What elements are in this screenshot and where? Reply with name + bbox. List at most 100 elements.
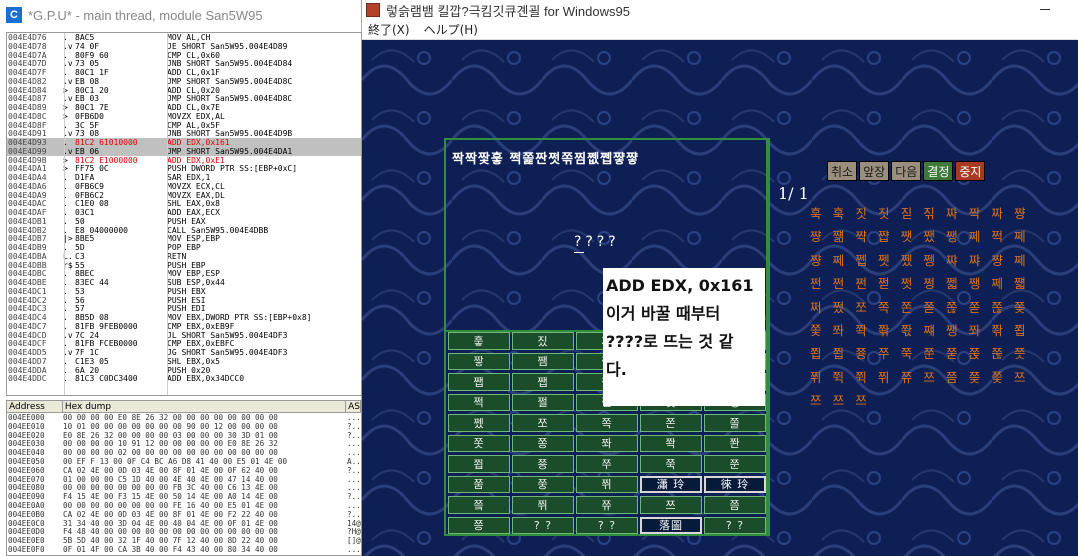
- grid-cell[interactable]: 徠 玲: [704, 475, 766, 493]
- disassembly-row[interactable]: 004E4DA1 > FF75 0C PUSH DWORD PTR SS:[EBP+0…: [7, 164, 361, 173]
- disassembly-row[interactable]: 004E4DA4. D1FA SAR EDX,1: [7, 173, 361, 182]
- grid-cell[interactable]: 쮜: [576, 475, 638, 493]
- candidate-line[interactable]: 쮜 쮝 쮝 쮜 쮸 쯔 쯤 쯪 쯫 쯔: [810, 366, 1076, 389]
- disassembly-row[interactable]: 004E4DBC. 8BEC MOV EBP,ESP: [7, 269, 361, 278]
- cpu-disassembly-pane[interactable]: 004E4D76. 8AC5 MOV AL,CH 004E4D78 .v 74 0F JE …: [6, 32, 362, 396]
- disassembly-row[interactable]: 004E4DDC. 81C3 C0DC3400 ADD EBX,0x34DCC0: [7, 374, 361, 383]
- grid-cell[interactable]: 쩼: [448, 414, 510, 432]
- grid-cell[interactable]: 쯤: [704, 496, 766, 514]
- grid-cell[interactable]: 쫏: [448, 434, 510, 452]
- menu-help[interactable]: ヘルプ(H): [424, 21, 478, 38]
- grid-cell[interactable]: 쬡: [448, 455, 510, 473]
- candidate-button[interactable]: 결정: [923, 161, 954, 181]
- dump-row[interactable]: 004EE010 10 01 00 00 00 00 00 00 00 90 00…: [7, 422, 361, 431]
- candidate-line[interactable]: 쨩 쩨 쩹 쩻 쩼 쩽 쨔 쨔 쨩 쩨: [810, 249, 1076, 272]
- dump-row[interactable]: 004EE090 F4 15 4E 00 F3 15 4E 00 50 14 4E…: [7, 492, 361, 501]
- disassembly-row[interactable]: 004E4DB9. 5D POP EBP: [7, 243, 361, 252]
- disassembly-row[interactable]: 004E4D7A. 80F9 60 CMP CL,0x60: [7, 51, 361, 60]
- grid-cell[interactable]: 쩍: [448, 393, 510, 411]
- grid-cell[interactable]: 쮜: [512, 496, 574, 514]
- grid-cell[interactable]: 짔: [512, 332, 574, 350]
- dump-row[interactable]: 004EE0F0 0F 01 4F 00 CA 3B 40 00 F4 43 40…: [7, 545, 361, 554]
- candidate-line[interactable]: 쬡 쬡 쭁 쭈 쭉 쭌 쭏 쭍 쭎 쯧: [810, 342, 1076, 365]
- grid-cell[interactable]: 쭉: [640, 455, 702, 473]
- grid-cell[interactable]: 쫙: [640, 434, 702, 452]
- grid-cell[interactable]: 쯬: [448, 496, 510, 514]
- disassembly-row[interactable]: 004E4DC1. 53 PUSH EBX: [7, 287, 361, 296]
- grid-cell[interactable]: 落圖: [640, 516, 702, 534]
- hex-dump-pane[interactable]: Address Hex dump AS 004EE000 00 00 00 00 …: [6, 400, 362, 556]
- candidate-button[interactable]: 중지: [955, 161, 986, 181]
- grid-cell[interactable]: 쨉: [448, 373, 510, 391]
- grid-cell[interactable]: 쭌: [704, 455, 766, 473]
- candidate-button[interactable]: 다음: [891, 161, 922, 181]
- disassembly-row[interactable]: 004E4D99 .v EB 06 JMP SHORT San5W95.004E4DA…: [7, 146, 361, 156]
- minimize-icon[interactable]: [1040, 9, 1050, 10]
- candidate-line[interactable]: 쯔 쯔 쯔: [810, 389, 1076, 412]
- grid-cell[interactable]: 쨉: [512, 373, 574, 391]
- grid-cell[interactable]: 짷: [448, 352, 510, 370]
- dump-row[interactable]: 004EE030 00 00 00 00 10 91 12 00 00 00 00…: [7, 439, 361, 448]
- candidate-line[interactable]: 훅 훅 짓 짓 짇 짂 짜 짝 짜 쨩: [810, 202, 1076, 225]
- disassembly-row[interactable]: 004E4DD5 .v 7F 1C JG SHORT San5W95.004E4DF3: [7, 348, 361, 357]
- disassembly-row[interactable]: 004E4DBA L. C3 RETN: [7, 252, 361, 261]
- grid-cell[interactable]: 쭘: [448, 475, 510, 493]
- disassembly-row[interactable]: 004E4DC3. 57 PUSH EDI: [7, 304, 361, 313]
- disassembly-row[interactable]: 004E4D87 .v EB 03 JMP SHORT San5W95.004E4D8…: [7, 94, 361, 103]
- disassembly-row[interactable]: 004E4D91 .v 73 08 JNB SHORT San5W95.004E4D9…: [7, 129, 361, 138]
- dump-row[interactable]: 004EE020 E0 8E 26 32 00 00 00 00 03 00 00…: [7, 431, 361, 440]
- disassembly-row[interactable]: 004E4DDA. 6A 20 PUSH 0x20: [7, 366, 361, 375]
- grid-cell[interactable]: ? ?: [576, 516, 638, 534]
- disassembly-row[interactable]: 004E4DCD .v 7C 24 JL SHORT San5W95.004E4DF3: [7, 331, 361, 340]
- disassembly-row[interactable]: 004E4DA9. 0FB6C2 MOVZX EAX,DL: [7, 191, 361, 200]
- disassembly-row[interactable]: 004E4DBE. 83EC 44 SUB ESP,0x44: [7, 278, 361, 287]
- grid-cell[interactable]: 쭈: [576, 455, 638, 473]
- grid-cell[interactable]: 쨈: [512, 352, 574, 370]
- disassembly-row[interactable]: 004E4DB2. E8 04000000 CALL San5W95.004E4DB…: [7, 226, 361, 235]
- disassembly-row[interactable]: 004E4DC2. 56 PUSH ESI: [7, 296, 361, 305]
- debugger-titlebar[interactable]: C *G.P.U* - main thread, module San5W95: [0, 0, 361, 30]
- candidate-line[interactable]: 쩐 쩐 쩐 쩓 쩟 쩡 쩳 쨍 쩨 쨻: [810, 272, 1076, 295]
- grid-cell[interactable]: 쫄: [704, 414, 766, 432]
- dump-row[interactable]: 004EE000 00 00 00 00 E0 8E 26 32 00 00 00…: [7, 413, 361, 422]
- disassembly-row[interactable]: 004E4D89 >80C1 7E ADD CL,0x7E: [7, 103, 361, 112]
- dump-row[interactable]: 004EE0A0 00 00 00 00 00 00 00 00 FE 16 40…: [7, 501, 361, 510]
- disassembly-row[interactable]: 004E4DA6. 0FB6C9 MOVZX ECX,CL: [7, 182, 361, 191]
- disassembly-row[interactable]: 004E4D7F. 80C1 1F ADD CL,0x1F: [7, 68, 361, 77]
- grid-cell[interactable]: 쯩: [448, 516, 510, 534]
- grid-cell[interactable]: 쫑: [512, 434, 574, 452]
- candidate-line[interactable]: 쫓 쫘 쫙 쫚 쫛 쨰 쨍 쫘 쫚 쬡: [810, 319, 1076, 342]
- grid-cell[interactable]: 쮸: [576, 496, 638, 514]
- disassembly-row[interactable]: 004E4DC7. 81FB 9FEB0000 CMP EBX,0xEB9F: [7, 322, 361, 331]
- candidate-button[interactable]: 앞장: [859, 161, 890, 181]
- grid-cell[interactable]: 쪽: [576, 414, 638, 432]
- menu-exit[interactable]: 終了(X): [368, 21, 410, 38]
- disassembly-row[interactable]: 004E4D7D .v 73 05 JNB SHORT San5W95.004E4D8…: [7, 59, 361, 68]
- disassembly-row[interactable]: 004E4D76. 8AC5 MOV AL,CH: [7, 33, 361, 42]
- disassembly-row[interactable]: 004E4DBB r$ 55 PUSH EBP: [7, 261, 361, 270]
- disassembly-row[interactable]: 004E4DB1. 50 PUSH EAX: [7, 217, 361, 226]
- grid-cell[interactable]: ? ?: [704, 516, 766, 534]
- candidate-line[interactable]: 쨩 쨺 쨕 쨥 쨋 쨌 쨍 쩨 쩍 쩨: [810, 225, 1076, 248]
- dump-row[interactable]: 004EE0D0 F4 48 40 00 00 00 00 00 00 00 00…: [7, 527, 361, 536]
- dump-row[interactable]: 004EE050 00 EF F 13 00 0F C4 BC A6 D8 41 …: [7, 457, 361, 466]
- dump-row[interactable]: 004EE0B0 CA 02 4E 00 0D 03 4E 00 8F 01 4E…: [7, 510, 361, 519]
- candidate-button[interactable]: 취소: [827, 161, 858, 181]
- dump-row[interactable]: 004EE0C0 31 34 40 00 3D 04 4E 00 40 04 4E…: [7, 519, 361, 528]
- grid-cell[interactable]: 쯔: [640, 496, 702, 514]
- grid-cell[interactable]: 쫀: [640, 414, 702, 432]
- game-titlebar[interactable]: 렇슭램뱀 킬깝?극킴깃큐곈괼 for Windows95: [362, 0, 1078, 20]
- disassembly-row[interactable]: 004E4DC4. 8B5D 08 MOV EBX,DWORD PTR SS:[EB…: [7, 313, 361, 322]
- disassembly-row[interactable]: 004E4DD7. C1E3 05 SHL EBX,0x5: [7, 357, 361, 366]
- disassembly-row[interactable]: 004E4D8C >0FB6D0 MOVZX EDX,AL: [7, 112, 361, 121]
- disassembly-row[interactable]: 004E4D84 >80C1 20 ADD CL,0x20: [7, 86, 361, 95]
- grid-cell[interactable]: 瀟 玲: [640, 475, 702, 493]
- disassembly-row[interactable]: 004E4D93. 81C2 61010000 ADD EDX,0x161: [7, 138, 361, 147]
- disassembly-row[interactable]: 004E4D9B >81C2 E1000000 ADD EDX,0xE1: [7, 156, 361, 165]
- grid-cell[interactable]: 쭝: [512, 475, 574, 493]
- dump-row[interactable]: 004EE0E0 5B 5D 40 00 32 1F 40 00 7F 12 40…: [7, 536, 361, 545]
- dump-row[interactable]: 004EE060 CA 02 4E 00 0D 03 4E 00 8F 01 4E…: [7, 466, 361, 475]
- dump-row[interactable]: 004EE040 00 00 00 00 02 00 00 00 00 00 00…: [7, 448, 361, 457]
- dump-row[interactable]: 004EE080 00 00 00 00 00 00 00 00 FB 3C 40…: [7, 483, 361, 492]
- disassembly-row[interactable]: 004E4DAF. 03C1 ADD EAX,ECX: [7, 208, 361, 217]
